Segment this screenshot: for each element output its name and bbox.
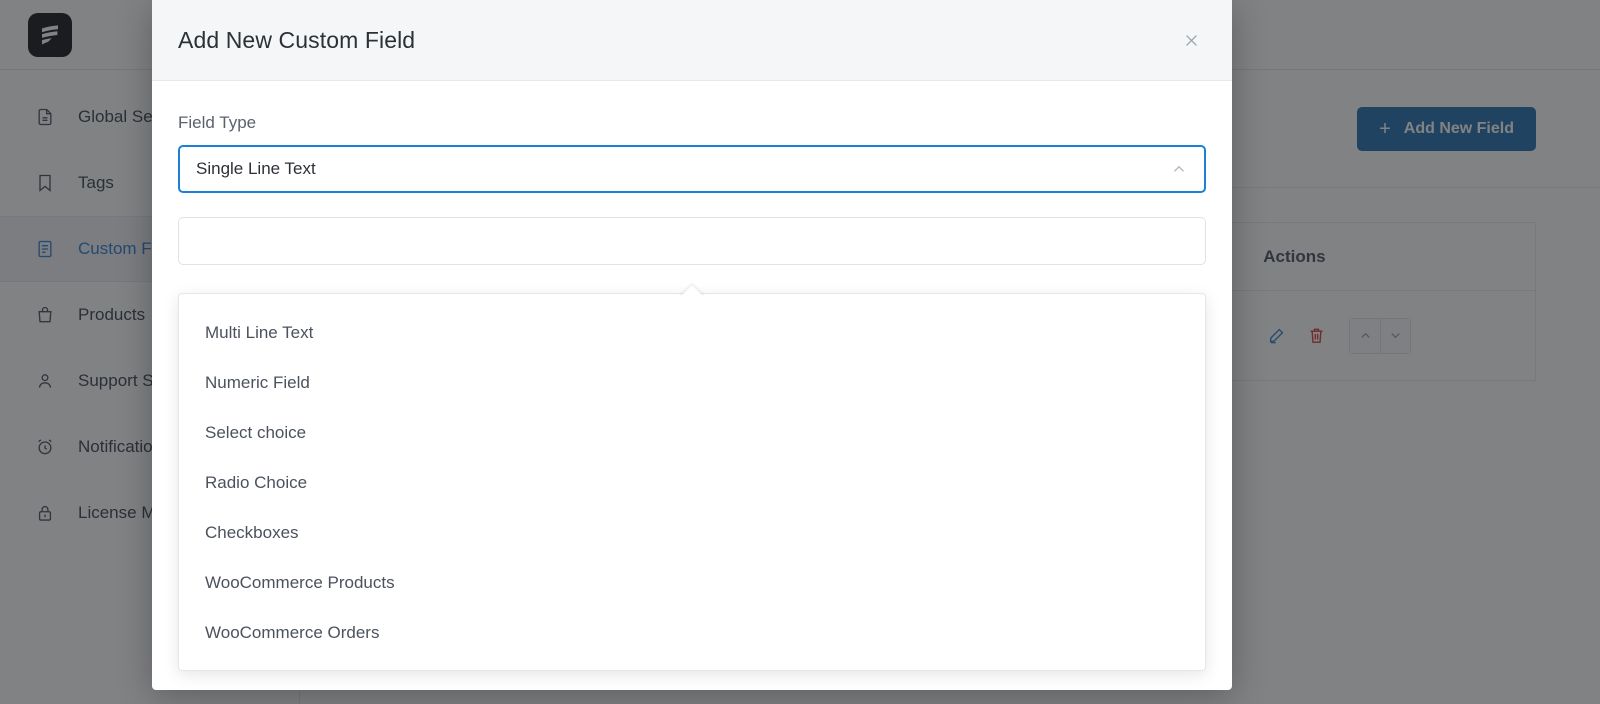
dropdown-option-radio-choice[interactable]: Radio Choice bbox=[179, 458, 1205, 508]
modal-title: Add New Custom Field bbox=[178, 26, 416, 53]
modal-header: Add New Custom Field bbox=[152, 0, 1232, 81]
close-icon[interactable] bbox=[1174, 23, 1208, 57]
field-type-dropdown: Multi Line Text Numeric Field Select cho… bbox=[178, 293, 1206, 671]
dropdown-option-woocommerce-products[interactable]: WooCommerce Products bbox=[179, 558, 1205, 608]
dropdown-option-multi-line-text[interactable]: Multi Line Text bbox=[179, 308, 1205, 358]
dropdown-option-numeric-field[interactable]: Numeric Field bbox=[179, 358, 1205, 408]
add-custom-field-modal: Add New Custom Field Field Type Single L… bbox=[152, 0, 1232, 690]
field-type-label: Field Type bbox=[178, 113, 257, 132]
dropdown-option-select-choice[interactable]: Select choice bbox=[179, 408, 1205, 458]
field-type-select[interactable]: Single Line Text bbox=[178, 145, 1206, 193]
obscured-input[interactable] bbox=[178, 217, 1206, 265]
dropdown-caret bbox=[679, 285, 705, 298]
modal-body: Field Type Single Line Text Multi Line T… bbox=[152, 81, 1232, 690]
dropdown-option-woocommerce-orders[interactable]: WooCommerce Orders bbox=[179, 608, 1205, 658]
dropdown-option-checkboxes[interactable]: Checkboxes bbox=[179, 508, 1205, 558]
chevron-up-icon bbox=[1170, 160, 1188, 178]
field-type-selected-value: Single Line Text bbox=[196, 159, 316, 178]
